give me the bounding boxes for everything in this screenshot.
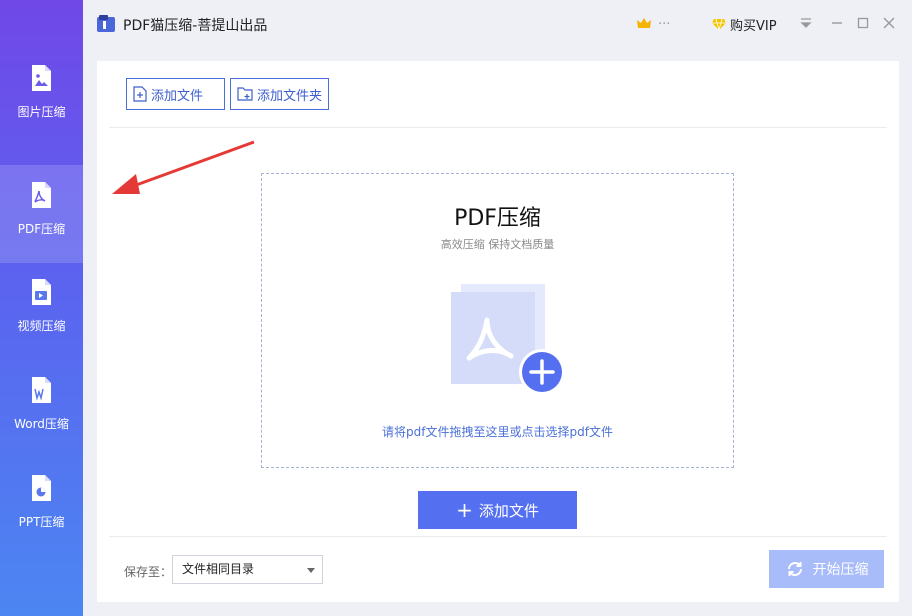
- sidebar-item-label: 视频压缩: [17, 319, 66, 333]
- buy-vip-link[interactable]: 购买VIP: [730, 15, 777, 34]
- add-file-button[interactable]: 添加文件: [126, 78, 225, 110]
- maximize-icon[interactable]: [854, 14, 872, 32]
- file-drop-zone[interactable]: PDF压缩 高效压缩 保持文档质量 请将pdf文件拖拽至这里或点击选择pdf文件: [261, 173, 734, 468]
- sidebar-item-ppt-compress[interactable]: PPT压缩: [0, 458, 83, 556]
- refresh-icon: [787, 562, 802, 576]
- divider: [109, 536, 887, 537]
- file-add-icon: [133, 86, 147, 102]
- add-file-main-button[interactable]: + 添加文件: [418, 491, 577, 529]
- start-compress-button[interactable]: 开始压缩: [769, 550, 884, 588]
- sidebar-item-label: PDF压缩: [17, 222, 66, 236]
- username[interactable]: ...: [658, 13, 702, 33]
- sidebar-item-label: PPT压缩: [18, 515, 65, 529]
- sidebar: 图片压缩 PDF压缩 视频压缩 Word压缩 PPT压缩: [0, 0, 83, 616]
- image-file-icon: [32, 65, 51, 91]
- sidebar-item-label: Word压缩: [14, 417, 69, 431]
- chevron-down-icon: [307, 568, 315, 573]
- ppt-file-icon: [32, 475, 51, 501]
- save-location-select[interactable]: 文件相同目录: [172, 555, 323, 584]
- app-title: PDF猫压缩-菩提山出品: [123, 18, 268, 34]
- crown-icon: [637, 18, 651, 28]
- drop-zone-subtitle: 高效压缩 保持文档质量: [440, 238, 555, 251]
- pdf-file-icon: [32, 182, 51, 208]
- drop-zone-title: PDF压缩: [454, 206, 541, 231]
- pdf-upload-illustration-icon: [451, 284, 565, 395]
- drop-zone-hint: 请将pdf文件拖拽至这里或点击选择pdf文件: [382, 425, 613, 439]
- app-logo-icon: [97, 15, 115, 32]
- close-icon[interactable]: [880, 14, 898, 32]
- sidebar-item-image-compress[interactable]: 图片压缩: [0, 48, 83, 146]
- add-folder-button[interactable]: 添加文件夹: [230, 78, 329, 110]
- sidebar-item-label: 图片压缩: [17, 105, 66, 119]
- video-file-icon: [32, 279, 51, 305]
- sidebar-item-pdf-compress[interactable]: PDF压缩: [0, 165, 83, 263]
- sidebar-item-video-compress[interactable]: 视频压缩: [0, 262, 83, 360]
- title-bar: PDF猫压缩-菩提山出品 ... 购买VIP: [83, 0, 912, 48]
- save-to-label: 保存至：: [124, 565, 173, 579]
- minimize-icon[interactable]: [828, 14, 846, 32]
- annotation-arrow: [112, 140, 255, 194]
- word-file-icon: [32, 377, 51, 403]
- divider: [109, 127, 887, 128]
- plus-icon: +: [456, 498, 473, 522]
- folder-add-icon: [237, 87, 253, 101]
- menu-dropdown-icon[interactable]: [797, 14, 815, 32]
- diamond-icon: [712, 18, 726, 31]
- sidebar-item-word-compress[interactable]: Word压缩: [0, 360, 83, 458]
